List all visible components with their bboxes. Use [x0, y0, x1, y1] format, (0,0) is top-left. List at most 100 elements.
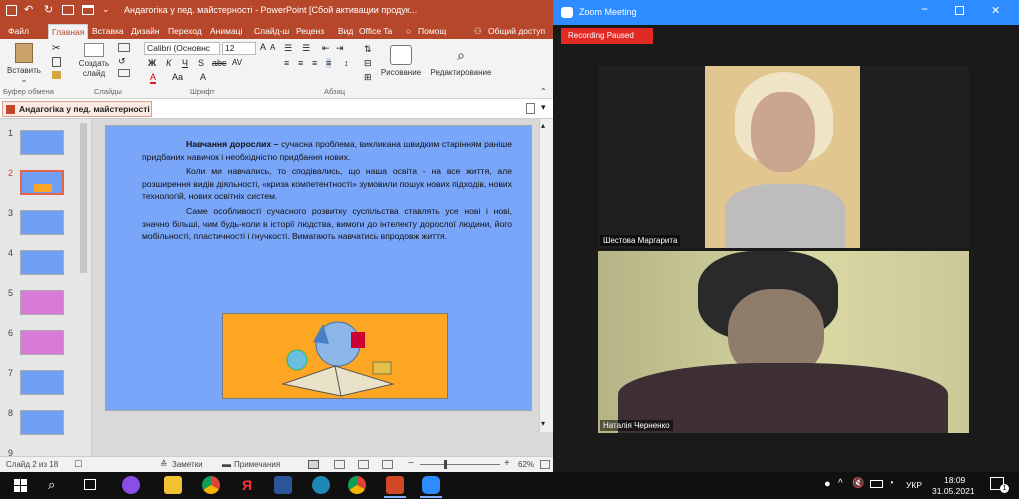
- editor-scrollbar[interactable]: [539, 119, 553, 432]
- align-center-icon[interactable]: ≡: [298, 58, 303, 68]
- edge-icon[interactable]: [312, 476, 330, 494]
- undo-icon[interactable]: ↶: [24, 3, 33, 16]
- numbering-icon[interactable]: ☰: [302, 43, 310, 54]
- format-painter-icon[interactable]: [52, 71, 61, 79]
- clear-format-icon[interactable]: A: [200, 72, 206, 82]
- slide-canvas[interactable]: Навчання дорослих – сучасна проблема, ви…: [105, 125, 532, 411]
- tab-home[interactable]: Главная: [48, 24, 89, 39]
- close-icon[interactable]: ✕: [991, 4, 1000, 17]
- file-explorer-icon[interactable]: [164, 476, 182, 494]
- customize-qat-icon[interactable]: ⌄: [102, 4, 110, 15]
- shrink-font-icon[interactable]: A: [270, 43, 275, 52]
- windows-start-icon[interactable]: [14, 479, 27, 492]
- spacing-icon[interactable]: AV: [232, 58, 242, 67]
- new-tab-icon[interactable]: [526, 103, 535, 114]
- mic-icon[interactable]: ●: [824, 478, 831, 490]
- slide-clipart-image[interactable]: [222, 313, 448, 399]
- thumb-scrollbar[interactable]: [80, 123, 87, 273]
- share-button[interactable]: Общий доступ: [488, 24, 545, 39]
- justify-icon[interactable]: ≡: [326, 58, 332, 68]
- yandex-icon[interactable]: Я: [238, 476, 256, 494]
- normal-view-icon[interactable]: [308, 460, 319, 469]
- chrome-icon-2[interactable]: [348, 476, 366, 494]
- slide-body-text[interactable]: Навчання дорослих – сучасна проблема, ви…: [142, 138, 512, 245]
- zoom-out-icon[interactable]: −: [408, 458, 414, 469]
- chrome-icon[interactable]: [202, 476, 220, 494]
- redo-icon[interactable]: ↻: [44, 3, 53, 16]
- slide-thumbnail[interactable]: [20, 250, 64, 275]
- tab-animations[interactable]: Анимаці: [210, 24, 242, 39]
- align-right-icon[interactable]: ≡: [312, 58, 317, 68]
- scroll-down-icon[interactable]: ▾: [541, 419, 545, 428]
- comments-button[interactable]: Примечания: [234, 460, 280, 469]
- tab-office-tab[interactable]: Office Ta: [359, 24, 392, 39]
- search-icon[interactable]: ⌕: [48, 477, 55, 493]
- notes-button[interactable]: Заметки: [172, 460, 203, 469]
- section-icon[interactable]: [118, 69, 130, 77]
- start-from-beginning-icon[interactable]: [62, 5, 74, 15]
- zoom-slider[interactable]: [420, 464, 500, 465]
- italic-icon[interactable]: К: [166, 58, 171, 68]
- maximize-icon[interactable]: [955, 6, 964, 15]
- bold-icon[interactable]: Ж: [148, 58, 156, 68]
- volume-muted-icon[interactable]: 🔇: [852, 478, 864, 489]
- text-direction-icon[interactable]: ⇅: [364, 44, 372, 55]
- slideshow-icon[interactable]: [382, 460, 393, 469]
- increase-indent-icon[interactable]: ⇥: [336, 43, 344, 54]
- font-name-dropdown[interactable]: Calibri (Основнс: [144, 42, 220, 55]
- decrease-indent-icon[interactable]: ⇤: [322, 43, 330, 54]
- open-icon[interactable]: [82, 5, 94, 15]
- zoom-in-icon[interactable]: +: [504, 458, 510, 469]
- drawing-button[interactable]: Рисование: [378, 41, 424, 85]
- clock-time[interactable]: 18:09: [944, 475, 965, 485]
- font-color-icon[interactable]: A: [150, 72, 157, 84]
- reading-view-icon[interactable]: [358, 460, 369, 469]
- copy-icon[interactable]: [52, 57, 61, 67]
- smartart-icon[interactable]: ⊞: [364, 72, 372, 83]
- bullets-icon[interactable]: ☰: [284, 43, 292, 54]
- slide-thumbnail[interactable]: [20, 410, 64, 435]
- alice-icon[interactable]: [122, 476, 140, 494]
- slide-thumbnail[interactable]: [20, 370, 64, 395]
- slide-thumbnail[interactable]: [20, 290, 64, 315]
- tray-chevron-icon[interactable]: ^: [838, 478, 843, 489]
- slide-thumbnail[interactable]: [20, 330, 64, 355]
- new-slide-button[interactable]: Создать слайд: [76, 41, 112, 85]
- minimize-icon[interactable]: −: [921, 2, 928, 16]
- slide-sorter-icon[interactable]: [334, 460, 345, 469]
- slide-thumbnail[interactable]: [20, 130, 64, 155]
- tab-dropdown-icon[interactable]: ▾: [541, 102, 546, 113]
- tab-review[interactable]: Реценз: [296, 24, 324, 39]
- paste-button[interactable]: Вставить ⌄: [4, 41, 44, 84]
- save-icon[interactable]: [6, 5, 17, 16]
- word-icon[interactable]: [274, 476, 292, 494]
- align-left-icon[interactable]: ≡: [284, 58, 289, 68]
- underline-icon[interactable]: Ч: [182, 58, 188, 68]
- font-size-dropdown[interactable]: 12: [222, 42, 256, 55]
- strikethrough-icon[interactable]: abc: [212, 58, 227, 68]
- input-language[interactable]: УКР: [906, 480, 922, 490]
- grow-font-icon[interactable]: A: [260, 42, 266, 52]
- task-view-icon[interactable]: [84, 479, 96, 490]
- fit-slide-icon[interactable]: [540, 460, 550, 469]
- layout-icon[interactable]: [118, 43, 130, 52]
- tab-transitions[interactable]: Переход: [168, 24, 202, 39]
- shadow-icon[interactable]: S: [198, 58, 204, 68]
- reset-icon[interactable]: ↺: [118, 56, 126, 67]
- collapse-ribbon-icon[interactable]: ⌃: [540, 87, 547, 96]
- powerpoint-taskbar-icon[interactable]: [386, 476, 404, 494]
- editing-button[interactable]: ⌕ Редактирование: [426, 41, 496, 85]
- clock-date[interactable]: 31.05.2021: [932, 486, 975, 496]
- cut-icon[interactable]: ✂: [52, 43, 60, 54]
- scroll-up-icon[interactable]: ▴: [541, 121, 545, 130]
- document-tab[interactable]: Андагогіка у пед. майстерності: [2, 101, 152, 117]
- tab-slideshow[interactable]: Слайд-ш: [254, 24, 289, 39]
- line-spacing-icon[interactable]: ↕: [344, 58, 349, 68]
- video-tile-2[interactable]: Наталія Черненко: [598, 251, 969, 433]
- battery-icon[interactable]: [870, 480, 883, 488]
- tell-me-label[interactable]: Помощ: [418, 24, 446, 39]
- tab-design[interactable]: Дизайн: [131, 24, 160, 39]
- slide-thumbnail[interactable]: [20, 210, 64, 235]
- tab-insert[interactable]: Вставка: [92, 24, 124, 39]
- spelling-icon[interactable]: ☐: [74, 459, 82, 470]
